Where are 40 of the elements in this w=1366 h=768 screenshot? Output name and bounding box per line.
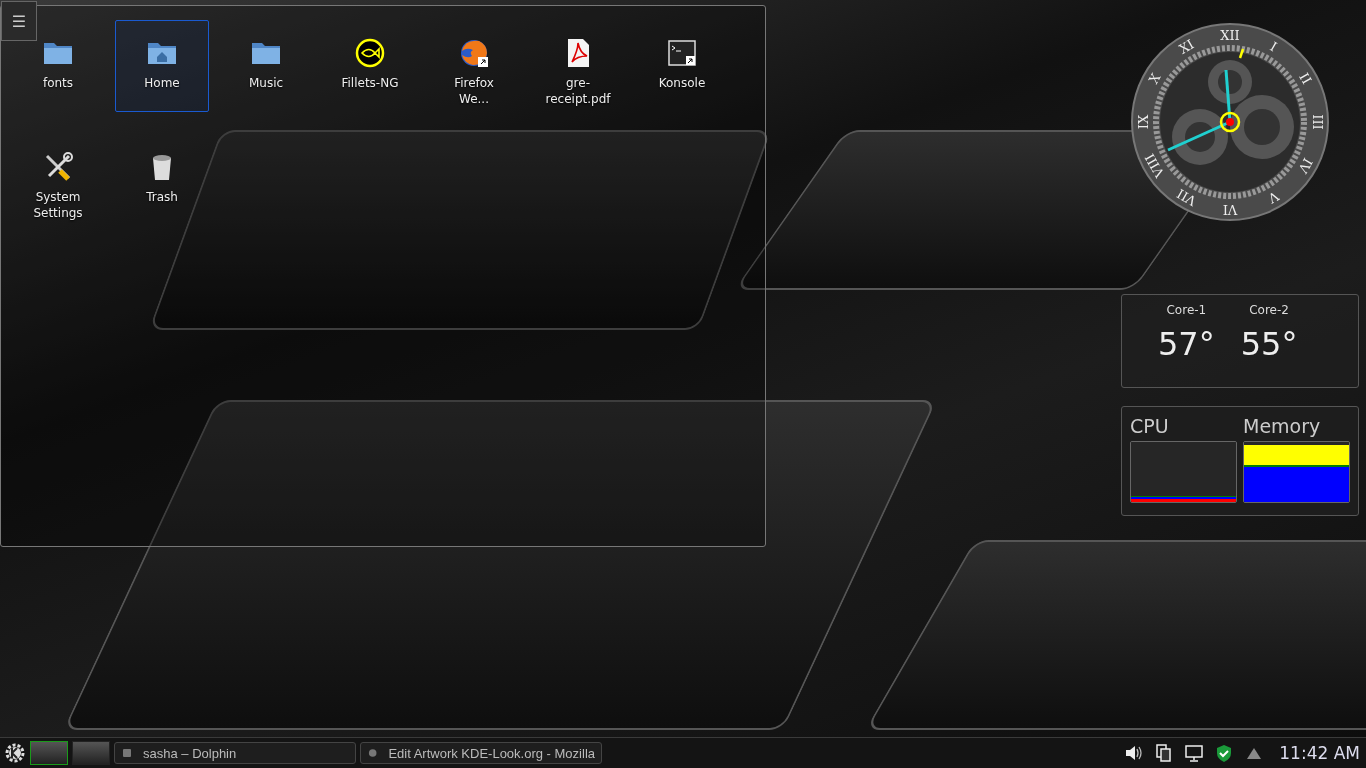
- terminal-icon: [666, 37, 698, 69]
- monitor-icon[interactable]: [1184, 743, 1205, 763]
- desktop-icon[interactable]: Firefox We...: [436, 20, 512, 134]
- clock-numeral: VII: [1174, 185, 1199, 209]
- clock-numeral: V: [1265, 188, 1282, 207]
- fish-icon: [354, 37, 386, 69]
- desktop-icon[interactable]: gre-receipt.pdf: [540, 20, 616, 134]
- speaker-icon[interactable]: [1124, 743, 1145, 763]
- monitor-label: CPU: [1130, 415, 1170, 437]
- clock-numeral: I: [1267, 38, 1280, 55]
- clock-numeral: XII: [1220, 27, 1240, 43]
- clock-numeral: X: [1145, 70, 1164, 87]
- core-label: Core-1: [1166, 303, 1207, 317]
- desktop-icon[interactable]: Music: [245, 20, 287, 134]
- desktop-icon[interactable]: Konsole: [655, 20, 709, 134]
- desktop-icon[interactable]: Trash: [143, 134, 181, 248]
- clock-numeral: III: [1309, 114, 1325, 130]
- task-button[interactable]: sasha – Dolphin: [114, 742, 356, 764]
- clock-numeral: VI: [1222, 201, 1238, 217]
- task-button[interactable]: Edit Artwork KDE-Look.org - Mozilla: [360, 742, 602, 764]
- clock-numeral: IV: [1295, 155, 1316, 176]
- window-icon: [367, 747, 379, 759]
- menu-button[interactable]: ☰: [1, 1, 37, 41]
- clock-numeral: XI: [1176, 36, 1197, 57]
- window-icon: [121, 747, 133, 759]
- clock-numeral: II: [1296, 70, 1315, 87]
- application-launcher-icon[interactable]: [4, 742, 26, 764]
- clock-numeral: IX: [1135, 114, 1151, 130]
- second-hand: [1238, 48, 1245, 59]
- temperature-value: 57°: [1158, 325, 1215, 363]
- globe-icon: [458, 37, 490, 69]
- monitor-label: Memory: [1243, 415, 1322, 437]
- desktop-icon[interactable]: Home: [115, 20, 209, 112]
- core-label: Core-2: [1249, 303, 1289, 317]
- desktop-icon[interactable]: Fillets-NG: [338, 20, 402, 134]
- temperature-value: 55°: [1240, 325, 1298, 363]
- virtual-desktop[interactable]: [30, 741, 68, 765]
- desktop-icon[interactable]: fonts: [39, 20, 77, 134]
- desktop-icon[interactable]: System Settings: [20, 134, 96, 248]
- clock-time[interactable]: 11:42 AM: [1279, 743, 1360, 763]
